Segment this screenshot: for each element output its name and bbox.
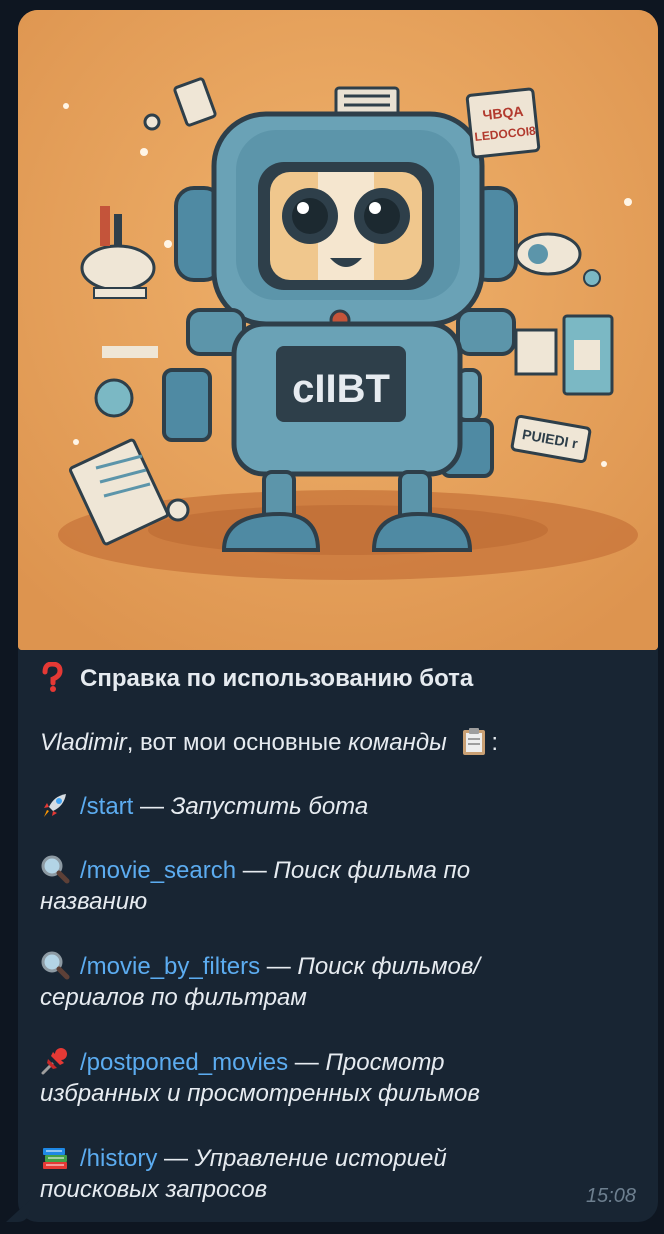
question-mark-icon [40,661,70,692]
message-image[interactable]: cIIBT ЧBQA LEDOCOI8 PUIEDI r [18,10,658,650]
robot-screen-text: cIIBT [292,367,390,411]
start-command-link[interactable]: /start [80,793,133,820]
command-history: /history — Управление историей [40,1142,447,1175]
pushpin-icon [40,1046,70,1076]
command-movie-search-cont: названию [40,888,148,915]
books-icon [40,1142,70,1172]
movie-by-filters-command-link[interactable]: /movie_by_filters [80,953,260,980]
movie-search-command-link[interactable]: /movie_search [80,857,236,884]
command-movie-by-filters: /movie_by_filters — Поиск фильмов/ [40,950,480,983]
command-movie-search: /movie_search — Поиск фильма по [40,854,470,887]
magnifier-icon [40,854,70,884]
command-start: /start — Запустить бота [40,790,368,823]
message-title: Справка по использованию бота [40,661,473,695]
message-bubble[interactable]: cIIBT ЧBQA LEDOCOI8 PUIEDI r Справка по … [6,10,658,1222]
rocket-icon [40,790,70,820]
intro-line: Vladimir, вот мои основные команды : [40,726,498,759]
intro-word: команды [348,729,447,756]
command-movie-by-filters-cont: сериалов по фильтрам [40,984,307,1011]
command-postponed-movies: /postponed_movies — Просмотр [40,1046,444,1079]
magnifier-icon [40,950,70,980]
robot-illustration: cIIBT ЧBQA LEDOCOI8 PUIEDI r [18,10,658,650]
intro-text: , вот мои основные [126,729,349,756]
bubble-tail [6,1200,30,1222]
command-history-cont: поисковых запросов [40,1176,268,1203]
postponed-movies-command-link[interactable]: /postponed_movies [80,1049,288,1076]
clipboard-icon [459,726,489,756]
user-name: Vladimir [40,729,127,756]
message-time: 15:08 [585,1185,636,1207]
history-command-link[interactable]: /history [80,1145,157,1172]
command-postponed-movies-cont: избранных и просмотренных фильмов [40,1080,480,1107]
